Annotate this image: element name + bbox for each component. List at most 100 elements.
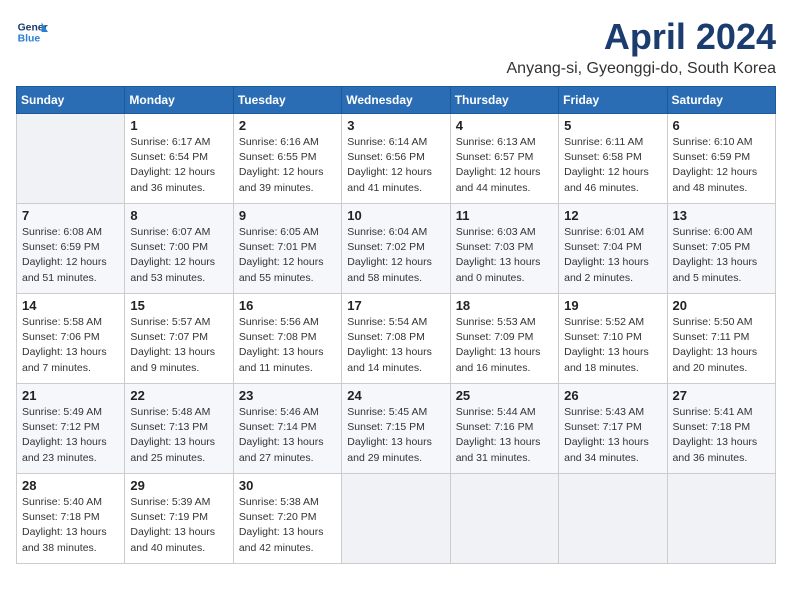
day-detail: Sunrise: 5:39 AM Sunset: 7:19 PM Dayligh… [130, 495, 227, 556]
calendar-cell [450, 474, 558, 564]
calendar-week-row: 14 Sunrise: 5:58 AM Sunset: 7:06 PM Dayli… [17, 294, 776, 384]
weekday-header-monday: Monday [125, 87, 233, 114]
day-detail: Sunrise: 6:14 AM Sunset: 6:56 PM Dayligh… [347, 135, 444, 196]
calendar-cell: 20 Sunrise: 5:50 AM Sunset: 7:11 PM Dayli… [667, 294, 775, 384]
calendar-cell: 15 Sunrise: 5:57 AM Sunset: 7:07 PM Dayli… [125, 294, 233, 384]
svg-text:Blue: Blue [18, 34, 41, 45]
calendar-cell: 1 Sunrise: 6:17 AM Sunset: 6:54 PM Daylig… [125, 114, 233, 204]
day-number: 3 [347, 118, 444, 133]
day-detail: Sunrise: 5:52 AM Sunset: 7:10 PM Dayligh… [564, 315, 661, 376]
day-number: 15 [130, 298, 227, 313]
logo: General Blue [16, 16, 48, 48]
calendar-cell: 26 Sunrise: 5:43 AM Sunset: 7:17 PM Dayli… [559, 384, 667, 474]
calendar-cell: 3 Sunrise: 6:14 AM Sunset: 6:56 PM Daylig… [342, 114, 450, 204]
calendar-cell: 8 Sunrise: 6:07 AM Sunset: 7:00 PM Daylig… [125, 204, 233, 294]
day-detail: Sunrise: 5:38 AM Sunset: 7:20 PM Dayligh… [239, 495, 336, 556]
day-number: 2 [239, 118, 336, 133]
day-detail: Sunrise: 5:49 AM Sunset: 7:12 PM Dayligh… [22, 405, 119, 466]
day-detail: Sunrise: 5:45 AM Sunset: 7:15 PM Dayligh… [347, 405, 444, 466]
calendar-cell: 12 Sunrise: 6:01 AM Sunset: 7:04 PM Dayli… [559, 204, 667, 294]
day-number: 26 [564, 388, 661, 403]
day-number: 9 [239, 208, 336, 223]
day-number: 13 [673, 208, 770, 223]
calendar-cell: 7 Sunrise: 6:08 AM Sunset: 6:59 PM Daylig… [17, 204, 125, 294]
calendar-cell: 9Sunrise: 6:05 AM Sunset: 7:01 PM Daylig… [233, 204, 341, 294]
day-number: 22 [130, 388, 227, 403]
location-title: Anyang-si, Gyeonggi-do, South Korea [507, 60, 777, 78]
calendar-cell: 5 Sunrise: 6:11 AM Sunset: 6:58 PM Daylig… [559, 114, 667, 204]
day-number: 5 [564, 118, 661, 133]
day-detail: Sunrise: 6:01 AM Sunset: 7:04 PM Dayligh… [564, 225, 661, 286]
day-detail: Sunrise: 6:07 AM Sunset: 7:00 PM Dayligh… [130, 225, 227, 286]
day-number: 24 [347, 388, 444, 403]
calendar-cell: 22 Sunrise: 5:48 AM Sunset: 7:13 PM Dayli… [125, 384, 233, 474]
day-detail: Sunrise: 6:04 AM Sunset: 7:02 PM Dayligh… [347, 225, 444, 286]
calendar-cell: 10 Sunrise: 6:04 AM Sunset: 7:02 PM Dayli… [342, 204, 450, 294]
day-detail: Sunrise: 6:10 AM Sunset: 6:59 PM Dayligh… [673, 135, 770, 196]
day-number: 6 [673, 118, 770, 133]
calendar-cell: 2Sunrise: 6:16 AM Sunset: 6:55 PM Daylig… [233, 114, 341, 204]
calendar-week-row: 1 Sunrise: 6:17 AM Sunset: 6:54 PM Daylig… [17, 114, 776, 204]
title-block: April 2024 Anyang-si, Gyeonggi-do, South… [507, 16, 777, 78]
day-detail: Sunrise: 6:13 AM Sunset: 6:57 PM Dayligh… [456, 135, 553, 196]
day-detail: Sunrise: 6:17 AM Sunset: 6:54 PM Dayligh… [130, 135, 227, 196]
day-detail: Sunrise: 6:11 AM Sunset: 6:58 PM Dayligh… [564, 135, 661, 196]
day-detail: Sunrise: 5:46 AM Sunset: 7:14 PM Dayligh… [239, 405, 336, 466]
day-detail: Sunrise: 5:53 AM Sunset: 7:09 PM Dayligh… [456, 315, 553, 376]
day-number: 4 [456, 118, 553, 133]
day-number: 20 [673, 298, 770, 313]
weekday-header-friday: Friday [559, 87, 667, 114]
weekday-header-saturday: Saturday [667, 87, 775, 114]
day-number: 25 [456, 388, 553, 403]
day-number: 8 [130, 208, 227, 223]
calendar-cell: 16Sunrise: 5:56 AM Sunset: 7:08 PM Dayli… [233, 294, 341, 384]
month-title: April 2024 [507, 16, 777, 58]
calendar-cell: 17 Sunrise: 5:54 AM Sunset: 7:08 PM Dayli… [342, 294, 450, 384]
calendar-cell: 23 Sunrise: 5:46 AM Sunset: 7:14 PM Dayli… [233, 384, 341, 474]
calendar-week-row: 28Sunrise: 5:40 AM Sunset: 7:18 PM Dayli… [17, 474, 776, 564]
weekday-header-wednesday: Wednesday [342, 87, 450, 114]
day-detail: Sunrise: 5:58 AM Sunset: 7:06 PM Dayligh… [22, 315, 119, 376]
day-detail: Sunrise: 5:48 AM Sunset: 7:13 PM Dayligh… [130, 405, 227, 466]
day-number: 7 [22, 208, 119, 223]
day-number: 19 [564, 298, 661, 313]
day-detail: Sunrise: 5:54 AM Sunset: 7:08 PM Dayligh… [347, 315, 444, 376]
day-detail: Sunrise: 5:44 AM Sunset: 7:16 PM Dayligh… [456, 405, 553, 466]
calendar-cell: 14 Sunrise: 5:58 AM Sunset: 7:06 PM Dayli… [17, 294, 125, 384]
day-detail: Sunrise: 6:03 AM Sunset: 7:03 PM Dayligh… [456, 225, 553, 286]
calendar-cell [667, 474, 775, 564]
weekday-header-thursday: Thursday [450, 87, 558, 114]
calendar-cell [559, 474, 667, 564]
page-header: General Blue April 2024 Anyang-si, Gyeon… [16, 16, 776, 78]
calendar-cell: 4 Sunrise: 6:13 AM Sunset: 6:57 PM Daylig… [450, 114, 558, 204]
day-number: 30 [239, 478, 336, 493]
calendar-cell: 19 Sunrise: 5:52 AM Sunset: 7:10 PM Dayli… [559, 294, 667, 384]
day-detail: Sunrise: 5:41 AM Sunset: 7:18 PM Dayligh… [673, 405, 770, 466]
day-number: 14 [22, 298, 119, 313]
day-number: 21 [22, 388, 119, 403]
calendar-cell: 27 Sunrise: 5:41 AM Sunset: 7:18 PM Dayli… [667, 384, 775, 474]
day-detail: Sunrise: 5:43 AM Sunset: 7:17 PM Dayligh… [564, 405, 661, 466]
calendar-cell: 13Sunrise: 6:00 AM Sunset: 7:05 PM Dayli… [667, 204, 775, 294]
weekday-header-row: SundayMondayTuesdayWednesdayThursdayFrid… [17, 87, 776, 114]
day-number: 12 [564, 208, 661, 223]
day-number: 29 [130, 478, 227, 493]
calendar-cell: 24 Sunrise: 5:45 AM Sunset: 7:15 PM Dayli… [342, 384, 450, 474]
day-detail: Sunrise: 6:08 AM Sunset: 6:59 PM Dayligh… [22, 225, 119, 286]
calendar-cell: 18Sunrise: 5:53 AM Sunset: 7:09 PM Dayli… [450, 294, 558, 384]
calendar-cell: 25 Sunrise: 5:44 AM Sunset: 7:16 PM Dayli… [450, 384, 558, 474]
day-number: 17 [347, 298, 444, 313]
calendar-week-row: 7 Sunrise: 6:08 AM Sunset: 6:59 PM Daylig… [17, 204, 776, 294]
day-number: 16 [239, 298, 336, 313]
calendar-table: SundayMondayTuesdayWednesdayThursdayFrid… [16, 86, 776, 564]
calendar-cell: 28Sunrise: 5:40 AM Sunset: 7:18 PM Dayli… [17, 474, 125, 564]
weekday-header-sunday: Sunday [17, 87, 125, 114]
day-detail: Sunrise: 5:50 AM Sunset: 7:11 PM Dayligh… [673, 315, 770, 376]
calendar-cell: 29 Sunrise: 5:39 AM Sunset: 7:19 PM Dayli… [125, 474, 233, 564]
day-detail: Sunrise: 5:57 AM Sunset: 7:07 PM Dayligh… [130, 315, 227, 376]
day-number: 1 [130, 118, 227, 133]
weekday-header-tuesday: Tuesday [233, 87, 341, 114]
day-number: 23 [239, 388, 336, 403]
day-number: 27 [673, 388, 770, 403]
day-number: 10 [347, 208, 444, 223]
